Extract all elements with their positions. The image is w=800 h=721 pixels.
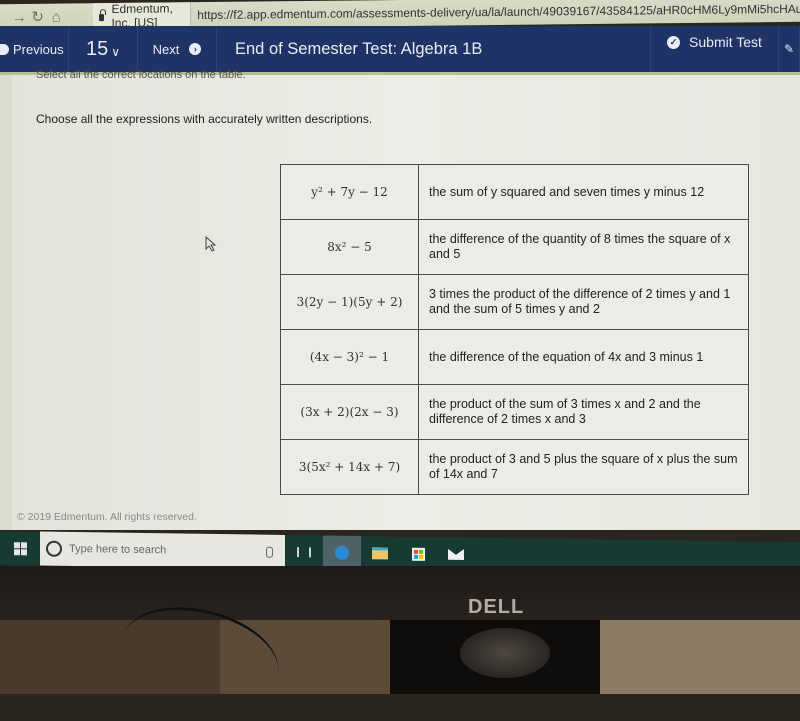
table-row: 3(2y − 1)(5y + 2) 3 times the product of… [280,274,749,330]
refresh-icon[interactable]: ↻ [28,8,46,26]
submit-test-button[interactable]: ✓ Submit Test [651,26,779,72]
question-number-dropdown[interactable]: 15 ∨ [69,26,138,72]
expression-cell[interactable]: 3(2y − 1)(5y + 2) [280,274,419,330]
previous-button[interactable]: Previous [0,26,69,72]
table-row: y² + 7y − 12 the sum of y squared and se… [280,164,749,220]
question-instruction: Choose all the expressions with accurate… [36,112,373,126]
mail-icon [448,549,464,560]
table-row: 8x² − 5 the difference of the quantity o… [280,219,749,275]
task-view-button[interactable] [285,535,323,570]
desk-background [600,620,800,694]
instruction-cut-off: Select all the correct locations on the … [36,69,246,81]
expression-cell[interactable]: y² + 7y − 12 [280,164,419,220]
store-icon [411,547,425,561]
check-circle-icon: ✓ [667,36,681,49]
question-number: 15 [85,37,109,60]
expression-cell[interactable]: 3(5x² + 14x + 7) [280,439,419,495]
expression-cell[interactable]: (3x + 2)(2x − 3) [280,384,419,440]
description-cell[interactable]: 3 times the product of the difference of… [418,274,749,330]
description-cell[interactable]: the product of 3 and 5 plus the square o… [418,439,749,495]
copyright-notice: © 2019 Edmentum. All rights reserved. [17,511,197,523]
description-cell[interactable]: the difference of the quantity of 8 time… [418,219,749,275]
expression-cell[interactable]: 8x² − 5 [280,219,419,275]
home-icon[interactable]: ⌂ [47,8,65,25]
monitor-stand-base [460,628,550,678]
taskbar-search-box[interactable]: Type here to search [40,531,285,569]
lock-icon [99,14,105,22]
previous-arrow-icon [0,43,9,55]
question-panel: Select all the correct locations on the … [0,69,800,530]
next-button[interactable]: Next › [138,26,217,72]
mouse-cursor-icon [205,236,217,252]
description-cell[interactable]: the sum of y squared and seven times y m… [418,164,749,220]
table-row: 3(5x² + 14x + 7) the product of 3 and 5 … [280,439,749,495]
cortana-icon [46,540,62,557]
task-view-icon [297,547,311,558]
next-label: Next [152,41,180,57]
microphone-icon[interactable] [266,546,273,558]
table-row: (3x + 2)(2x − 3) the product of the sum … [280,384,749,440]
description-cell[interactable]: the product of the sum of 3 times x and … [418,384,749,440]
test-toolbar: Previous 15 ∨ Next › End of Semester Tes… [0,26,800,75]
expressions-table: y² + 7y − 12 the sum of y squared and se… [280,164,749,495]
edge-icon [335,545,349,560]
search-placeholder: Type here to search [69,542,167,557]
chevron-down-icon: ∨ [111,44,121,59]
description-cell[interactable]: the difference of the equation of 4x and… [418,329,749,385]
monitor-bezel [0,566,800,626]
submit-label: Submit Test [689,34,762,50]
tools-icon[interactable]: ✎ [779,26,800,72]
edge-button[interactable] [323,535,361,571]
next-arrow-icon: › [189,43,202,55]
table-row: (4x − 3)² − 1 the difference of the equa… [280,329,749,385]
windows-logo-icon [13,541,27,555]
expression-cell[interactable]: (4x − 3)² − 1 [280,329,419,385]
monitor-brand-logo: DELL [468,596,525,618]
url-field[interactable]: https://f2.app.edmentum.com/assessments-… [197,2,800,22]
previous-label: Previous [13,41,64,57]
file-explorer-icon [372,547,388,560]
start-button[interactable] [0,531,40,566]
forward-arrow-icon[interactable]: → [10,8,28,25]
test-title: End of Semester Test: Algebra 1B [217,26,651,72]
